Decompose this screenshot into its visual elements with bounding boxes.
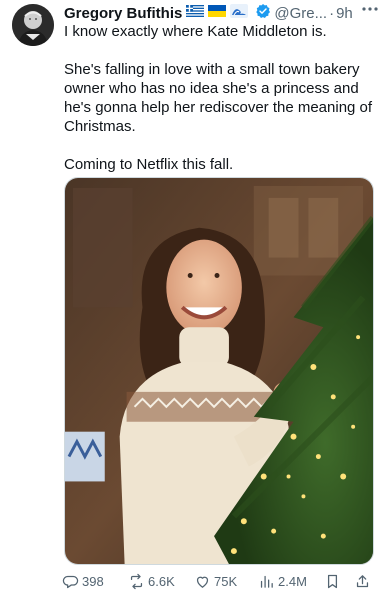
- tweet-header: Gregory Bufithis @Gre... · 9h: [64, 3, 377, 23]
- avatar[interactable]: [12, 4, 54, 46]
- retweet-button[interactable]: 6.6K: [128, 573, 194, 590]
- tweet-text: I know exactly where Kate Middleton is. …: [64, 22, 376, 174]
- views-button[interactable]: 2.4M: [258, 573, 324, 590]
- author-handle[interactable]: @Gre...: [274, 5, 327, 22]
- tweet-line-2: She's falling in love with a small town …: [64, 61, 373, 135]
- bookmark-button[interactable]: [324, 573, 354, 590]
- share-icon: [356, 574, 369, 587]
- tweet-photo[interactable]: [64, 177, 374, 565]
- views-icon: [260, 575, 273, 588]
- heart-icon: [196, 576, 209, 588]
- tweet[interactable]: Gregory Bufithis @Gre... · 9h I know exa…: [0, 0, 385, 600]
- timestamp[interactable]: 9h: [336, 5, 353, 22]
- like-count: 75K: [214, 573, 238, 589]
- greece-flag-icon: [186, 4, 205, 22]
- ukraine-flag-icon: [208, 4, 227, 22]
- action-bar: 398 6.6K 75K 2.4M: [62, 570, 378, 592]
- reply-button[interactable]: 398: [62, 573, 128, 590]
- wave-icon: [230, 3, 249, 23]
- more-icon[interactable]: [359, 0, 381, 18]
- views-count: 2.4M: [278, 573, 307, 589]
- retweet-count: 6.6K: [148, 573, 175, 589]
- like-button[interactable]: 75K: [194, 573, 258, 590]
- reply-count: 398: [82, 573, 104, 589]
- author-name[interactable]: Gregory Bufithis: [64, 5, 182, 22]
- share-button[interactable]: [354, 573, 374, 590]
- reply-icon: [62, 575, 79, 588]
- tweet-line-3: Coming to Netflix this fall.: [64, 156, 234, 173]
- bookmark-icon: [327, 574, 338, 588]
- verified-icon: [252, 3, 271, 24]
- retweet-icon: [130, 573, 143, 589]
- separator-dot: ·: [329, 4, 335, 22]
- tweet-line-1: I know exactly where Kate Middleton is.: [64, 23, 327, 40]
